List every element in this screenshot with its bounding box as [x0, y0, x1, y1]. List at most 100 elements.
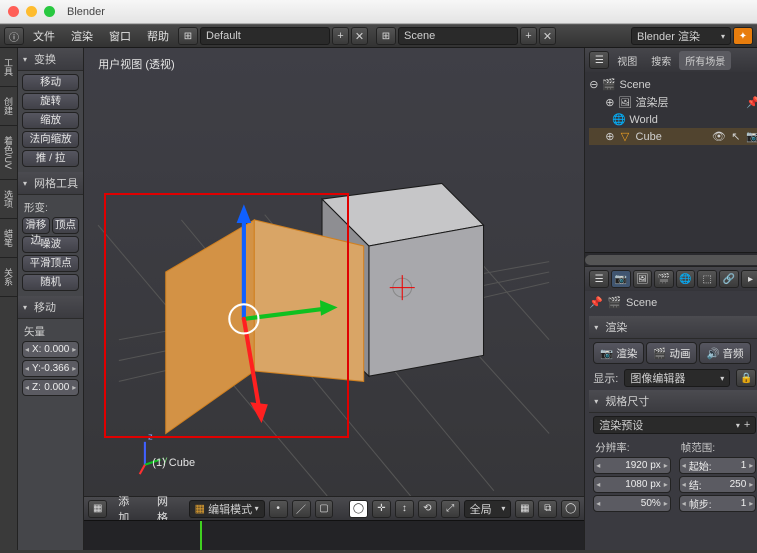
panel-header-transform[interactable]: 变换 — [18, 48, 83, 71]
move-y-field[interactable]: Y:-0.366 — [22, 360, 79, 377]
frame-end-field[interactable]: 结:250 — [679, 476, 757, 493]
normal-scale-button[interactable]: 法向缩放 — [22, 131, 79, 148]
context-world-icon[interactable]: 🌐 — [676, 270, 696, 288]
outliner-editor-icon[interactable]: ☰ — [589, 51, 609, 69]
shading-icon[interactable]: ◯ — [349, 500, 368, 518]
outliner-tab-all[interactable]: 所有场景 — [679, 51, 731, 70]
render-engine-selector[interactable]: Blender 渲染▾ — [631, 27, 731, 45]
maximize-window-button[interactable] — [44, 6, 55, 17]
res-y-field[interactable]: 1080 px — [593, 476, 671, 493]
outliner-tab-view[interactable]: 视图 — [611, 51, 643, 70]
render-preset-selector[interactable]: 渲染预设▾+ — [593, 416, 756, 434]
select-mode-face-icon[interactable]: ▢ — [315, 500, 334, 518]
rotate-button[interactable]: 旋转 — [22, 93, 79, 110]
proportional-icon[interactable]: ◯ — [561, 500, 580, 518]
3d-viewport-region: 用户视图 (透视) — [84, 48, 584, 550]
animation-button[interactable]: 🎬动画 — [646, 342, 697, 364]
layout-name: Default — [206, 30, 241, 42]
tree-label[interactable]: Cube — [636, 131, 662, 143]
outliner-tab-search[interactable]: 搜索 — [645, 51, 677, 70]
snap-icon[interactable]: ⧉ — [538, 500, 557, 518]
randomize-button[interactable]: 随机 — [22, 274, 79, 291]
screen-layout-icon[interactable]: ⊞ — [178, 27, 198, 45]
pin-icon[interactable]: 📌 — [745, 95, 757, 110]
context-renderlayers-icon[interactable]: 🖼 — [633, 270, 653, 288]
mode-selector[interactable]: ▦ 编辑模式▾ — [189, 500, 265, 518]
panel-title-meshtools: 网格工具 — [34, 175, 78, 191]
panel-title-lastop: 移动 — [34, 299, 56, 315]
move-x-field[interactable]: X:0.000 — [22, 341, 79, 358]
display-mode-selector[interactable]: 图像编辑器▾ — [624, 369, 730, 387]
tree-label[interactable]: World — [629, 114, 658, 126]
audio-button[interactable]: 🔊音频 — [699, 342, 750, 364]
orientation-selector[interactable]: 全局▾ — [464, 500, 512, 518]
selected-faces — [166, 220, 364, 434]
frame-start-field[interactable]: 起始:1 — [679, 457, 757, 474]
edge-slide-button[interactable]: 滑移边 — [22, 217, 50, 234]
manipulator-translate-icon[interactable]: ↕ — [395, 500, 414, 518]
restrict-select-icon[interactable]: ↖ — [728, 129, 743, 144]
layout-add-button[interactable]: + — [332, 27, 349, 45]
pivot-icon[interactable]: ✛ — [372, 500, 391, 518]
tab-create[interactable]: 创建 — [0, 87, 17, 126]
restrict-render-icon[interactable]: 📷 — [745, 129, 757, 144]
context-more-icon[interactable]: ▸ — [741, 270, 757, 288]
select-mode-edge-icon[interactable]: ／ — [292, 500, 311, 518]
clapper-icon: 🎬 — [653, 347, 666, 360]
menu-render[interactable]: 渲染 — [64, 28, 100, 44]
lock-icon[interactable]: 🔒 — [736, 369, 756, 387]
pin-icon[interactable]: 📌 — [589, 296, 603, 309]
scale-button[interactable]: 缩放 — [22, 112, 79, 129]
layout-selector[interactable]: Default — [200, 27, 330, 45]
manipulator-rotate-icon[interactable]: ⟲ — [418, 500, 437, 518]
scene-add-button[interactable]: + — [520, 27, 537, 45]
tree-label[interactable]: 渲染层 — [636, 94, 669, 110]
translate-button[interactable]: 移动 — [22, 74, 79, 91]
context-object-icon[interactable]: ⬚ — [697, 270, 717, 288]
panel-header-dimensions[interactable]: 规格尺寸 — [589, 390, 757, 413]
properties-editor-icon[interactable]: ☰ — [589, 270, 609, 288]
smooth-vertex-button[interactable]: 平滑顶点 — [22, 255, 79, 272]
res-pct-field[interactable]: 50% — [593, 495, 671, 512]
menu-help[interactable]: 帮助 — [140, 28, 176, 44]
panel-header-meshtools[interactable]: 网格工具 — [18, 172, 83, 195]
tab-options[interactable]: 选项 — [0, 180, 17, 219]
editor-type-icon[interactable]: ▦ — [88, 500, 107, 518]
scene-remove-button[interactable]: ✕ — [539, 27, 556, 45]
scene-selector[interactable]: Scene — [398, 27, 518, 45]
res-x-field[interactable]: 1920 px — [593, 457, 671, 474]
tab-relations[interactable]: 关系 — [0, 258, 17, 297]
tree-label[interactable]: Scene — [620, 79, 651, 91]
layers-icon[interactable]: ▦ — [515, 500, 534, 518]
context-constraints-icon[interactable]: 🔗 — [719, 270, 739, 288]
context-scene-icon[interactable]: 🎬 — [654, 270, 674, 288]
workspace: 工具 创建 着色/UV 选项 蜡笔 关系 变换 移动 旋转 缩放 法向缩放 推 … — [0, 48, 757, 550]
info-editor-icon[interactable]: ⓘ — [4, 27, 24, 45]
panel-header-render[interactable]: 渲染 — [589, 316, 757, 339]
close-window-button[interactable] — [8, 6, 19, 17]
move-z-field[interactable]: Z:0.000 — [22, 379, 79, 396]
vertex-button[interactable]: 顶点 — [52, 217, 80, 234]
timeline-editor[interactable] — [84, 520, 584, 550]
panel-header-lastop[interactable]: 移动 — [18, 296, 83, 319]
menu-file[interactable]: 文件 — [26, 28, 62, 44]
frame-step-field[interactable]: 帧步:1 — [679, 495, 757, 512]
tab-tools[interactable]: 工具 — [0, 48, 17, 87]
context-render-icon[interactable]: 📷 — [611, 270, 631, 288]
scene-browse-icon[interactable]: ⊞ — [376, 27, 396, 45]
minimize-window-button[interactable] — [26, 6, 37, 17]
manipulator-scale-icon[interactable]: ⤢ — [441, 500, 460, 518]
restrict-view-icon[interactable]: 👁 — [711, 129, 726, 144]
select-mode-vertex-icon[interactable]: • — [269, 500, 288, 518]
push-pull-button[interactable]: 推 / 拉 — [22, 150, 79, 167]
tool-shelf: 工具 创建 着色/UV 选项 蜡笔 关系 变换 移动 旋转 缩放 法向缩放 推 … — [0, 48, 84, 550]
tab-shading-uv[interactable]: 着色/UV — [0, 126, 17, 180]
scene-name: Scene — [404, 30, 435, 42]
layout-remove-button[interactable]: ✕ — [351, 27, 368, 45]
3d-viewport[interactable]: 用户视图 (透视) — [84, 48, 584, 496]
menu-window[interactable]: 窗口 — [102, 28, 138, 44]
outliner-tree[interactable]: ⊖🎬Scene ⊕🖼渲染层📌 🌐World ⊕▽Cube 👁 ↖ 📷 — [585, 72, 757, 252]
tab-greasepencil[interactable]: 蜡笔 — [0, 219, 17, 258]
render-button[interactable]: 📷渲染 — [593, 342, 644, 364]
outliner-hscrollbar[interactable] — [585, 252, 757, 266]
